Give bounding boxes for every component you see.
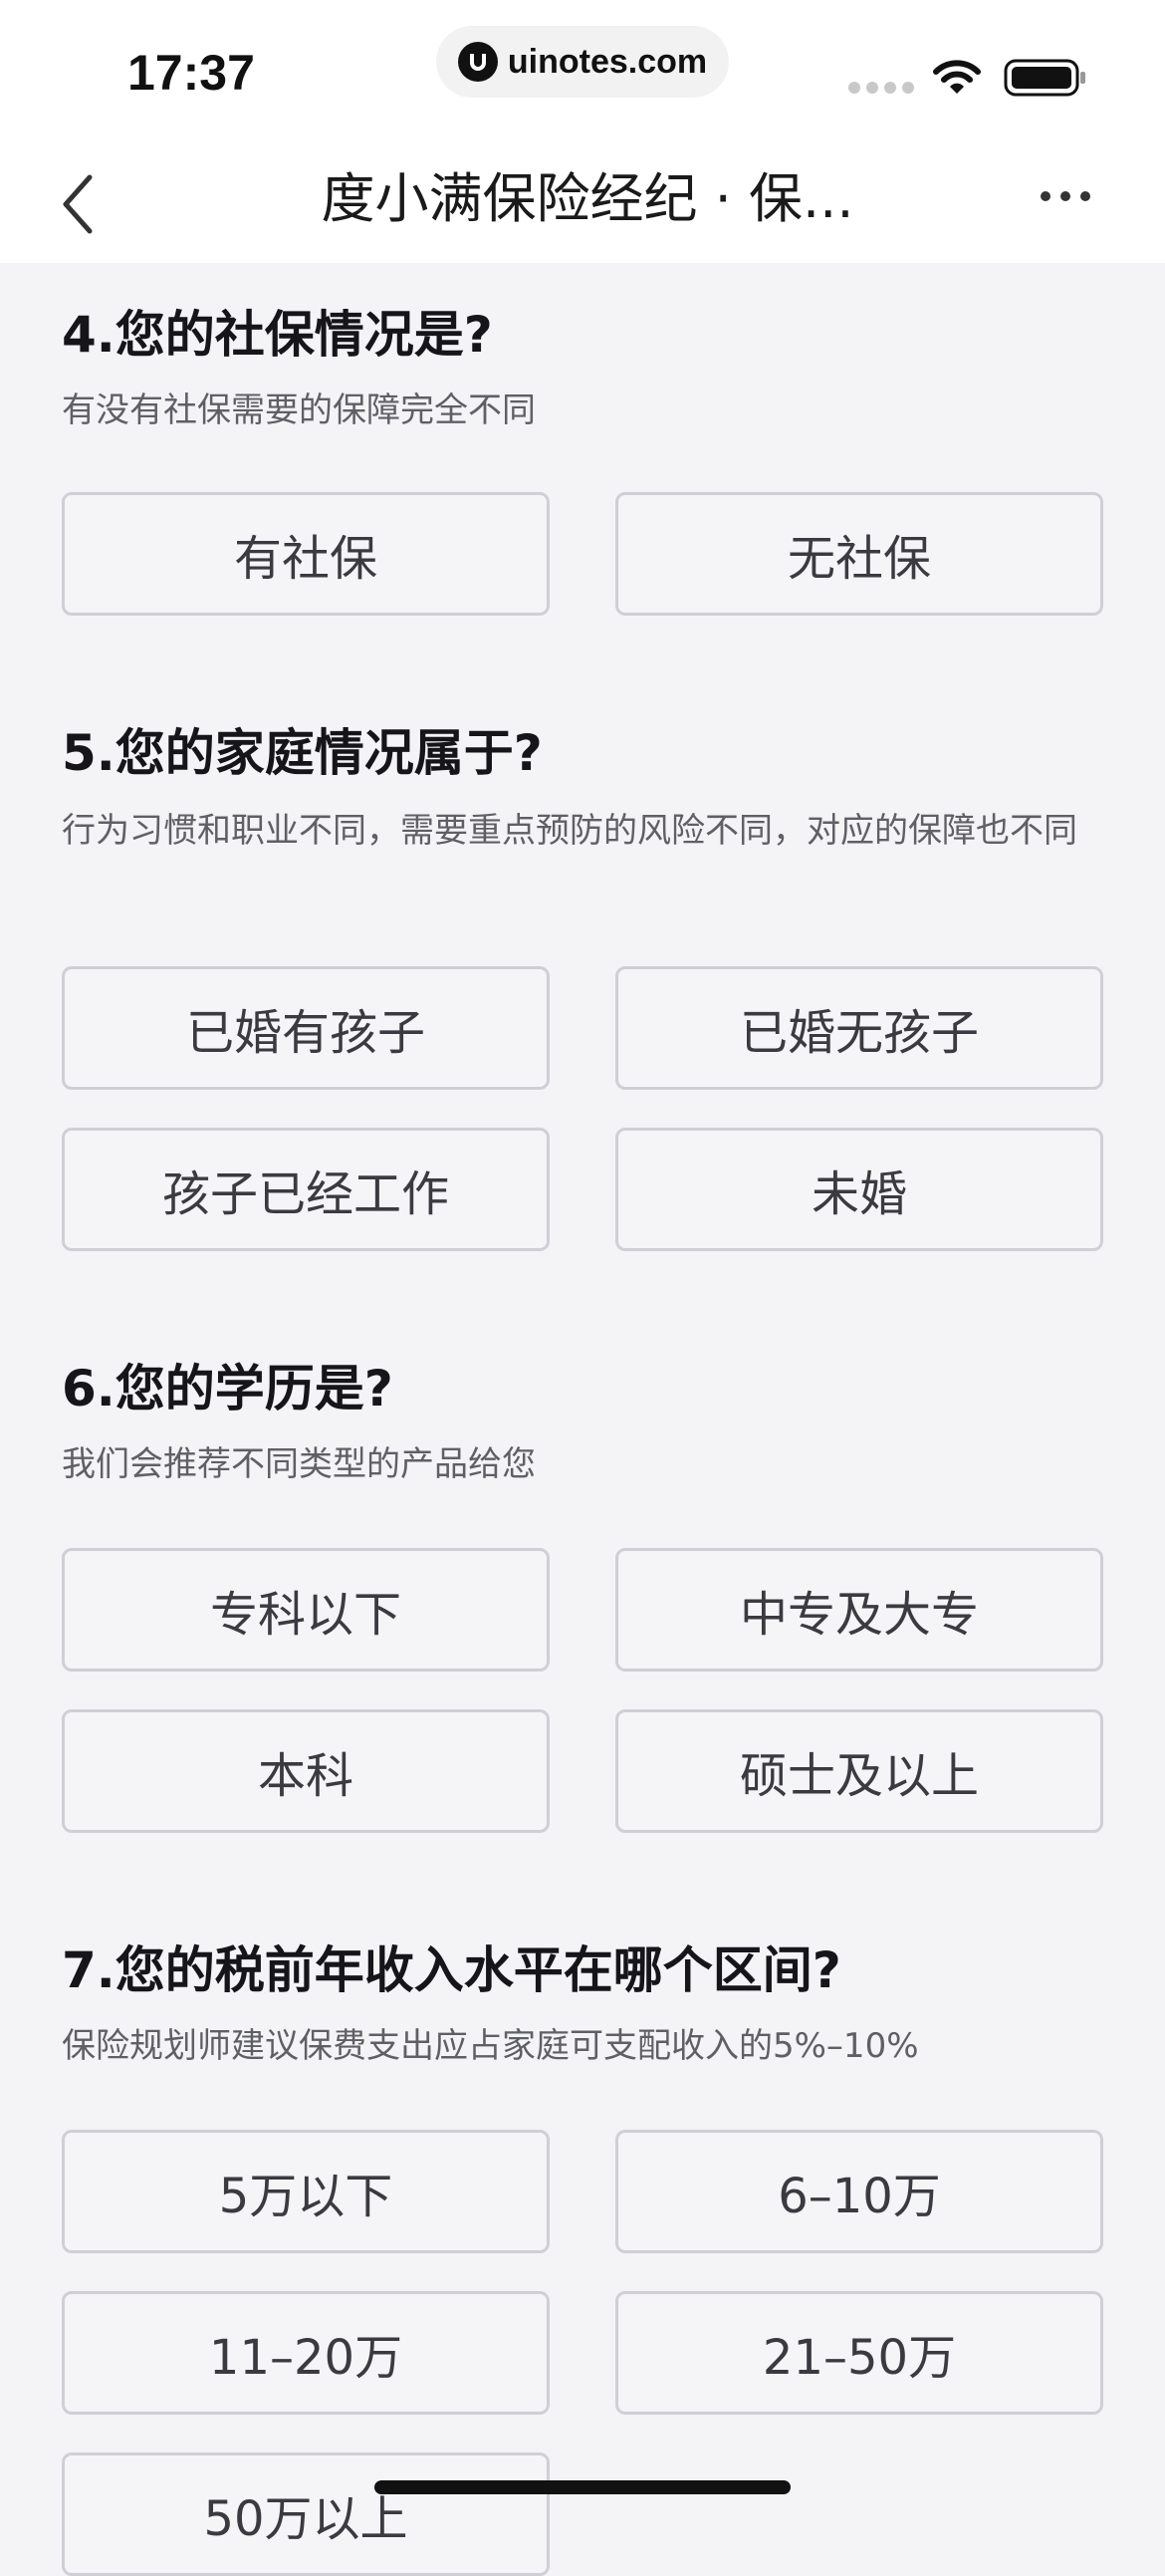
- option-button[interactable]: 已婚有孩子: [62, 966, 550, 1090]
- chevron-left-icon[interactable]: [58, 169, 98, 239]
- status-time: 17:37: [127, 45, 255, 101]
- url-pill[interactable]: uinotes.com: [436, 26, 729, 98]
- question-subtitle: 有没有社保需要的保障完全不同: [62, 390, 536, 430]
- url-text: uinotes.com: [507, 42, 708, 81]
- page-title: 度小满保险经纪 · 保...: [321, 167, 854, 230]
- site-logo-icon: [457, 42, 498, 82]
- home-indicator[interactable]: [374, 2480, 791, 2494]
- option-button[interactable]: 中专及大专: [615, 1548, 1103, 1672]
- option-button[interactable]: 6–10万: [615, 2130, 1103, 2253]
- wifi-icon: [933, 60, 981, 94]
- option-button[interactable]: 已婚无孩子: [615, 966, 1103, 1090]
- question-subtitle: 保险规划师建议保费支出应占家庭可支配收入的5%–10%: [62, 2026, 919, 2066]
- more-horizontal-icon[interactable]: [1040, 189, 1091, 203]
- battery-icon: [1004, 59, 1085, 97]
- option-button[interactable]: 硕士及以上: [615, 1709, 1103, 1833]
- nav-bar: 度小满保险经纪 · 保...: [0, 147, 1165, 263]
- status-bar: 17:37 uinotes.com: [0, 0, 1165, 147]
- question-subtitle: 我们会推荐不同类型的产品给您: [62, 1444, 536, 1484]
- option-button[interactable]: 专科以下: [62, 1548, 550, 1672]
- option-button[interactable]: 21–50万: [615, 2291, 1103, 2415]
- question-subtitle: 行为习惯和职业不同，需要重点预防的风险不同，对应的保障也不同: [62, 811, 1077, 851]
- option-button[interactable]: 有社保: [62, 492, 550, 616]
- signal-icon: [848, 82, 914, 94]
- option-button[interactable]: 5万以下: [62, 2130, 550, 2253]
- question-title: 4.您的社保情况是?: [62, 306, 493, 364]
- option-button[interactable]: 未婚: [615, 1128, 1103, 1251]
- option-button[interactable]: 本科: [62, 1709, 550, 1833]
- question-title: 5.您的家庭情况属于?: [62, 724, 543, 782]
- option-button[interactable]: 50万以上: [62, 2452, 550, 2576]
- option-button[interactable]: 孩子已经工作: [62, 1128, 550, 1251]
- option-button[interactable]: 11–20万: [62, 2291, 550, 2415]
- option-button[interactable]: 无社保: [615, 492, 1103, 616]
- question-title: 6.您的学历是?: [62, 1360, 393, 1417]
- question-title: 7.您的税前年收入水平在哪个区间?: [62, 1941, 841, 1999]
